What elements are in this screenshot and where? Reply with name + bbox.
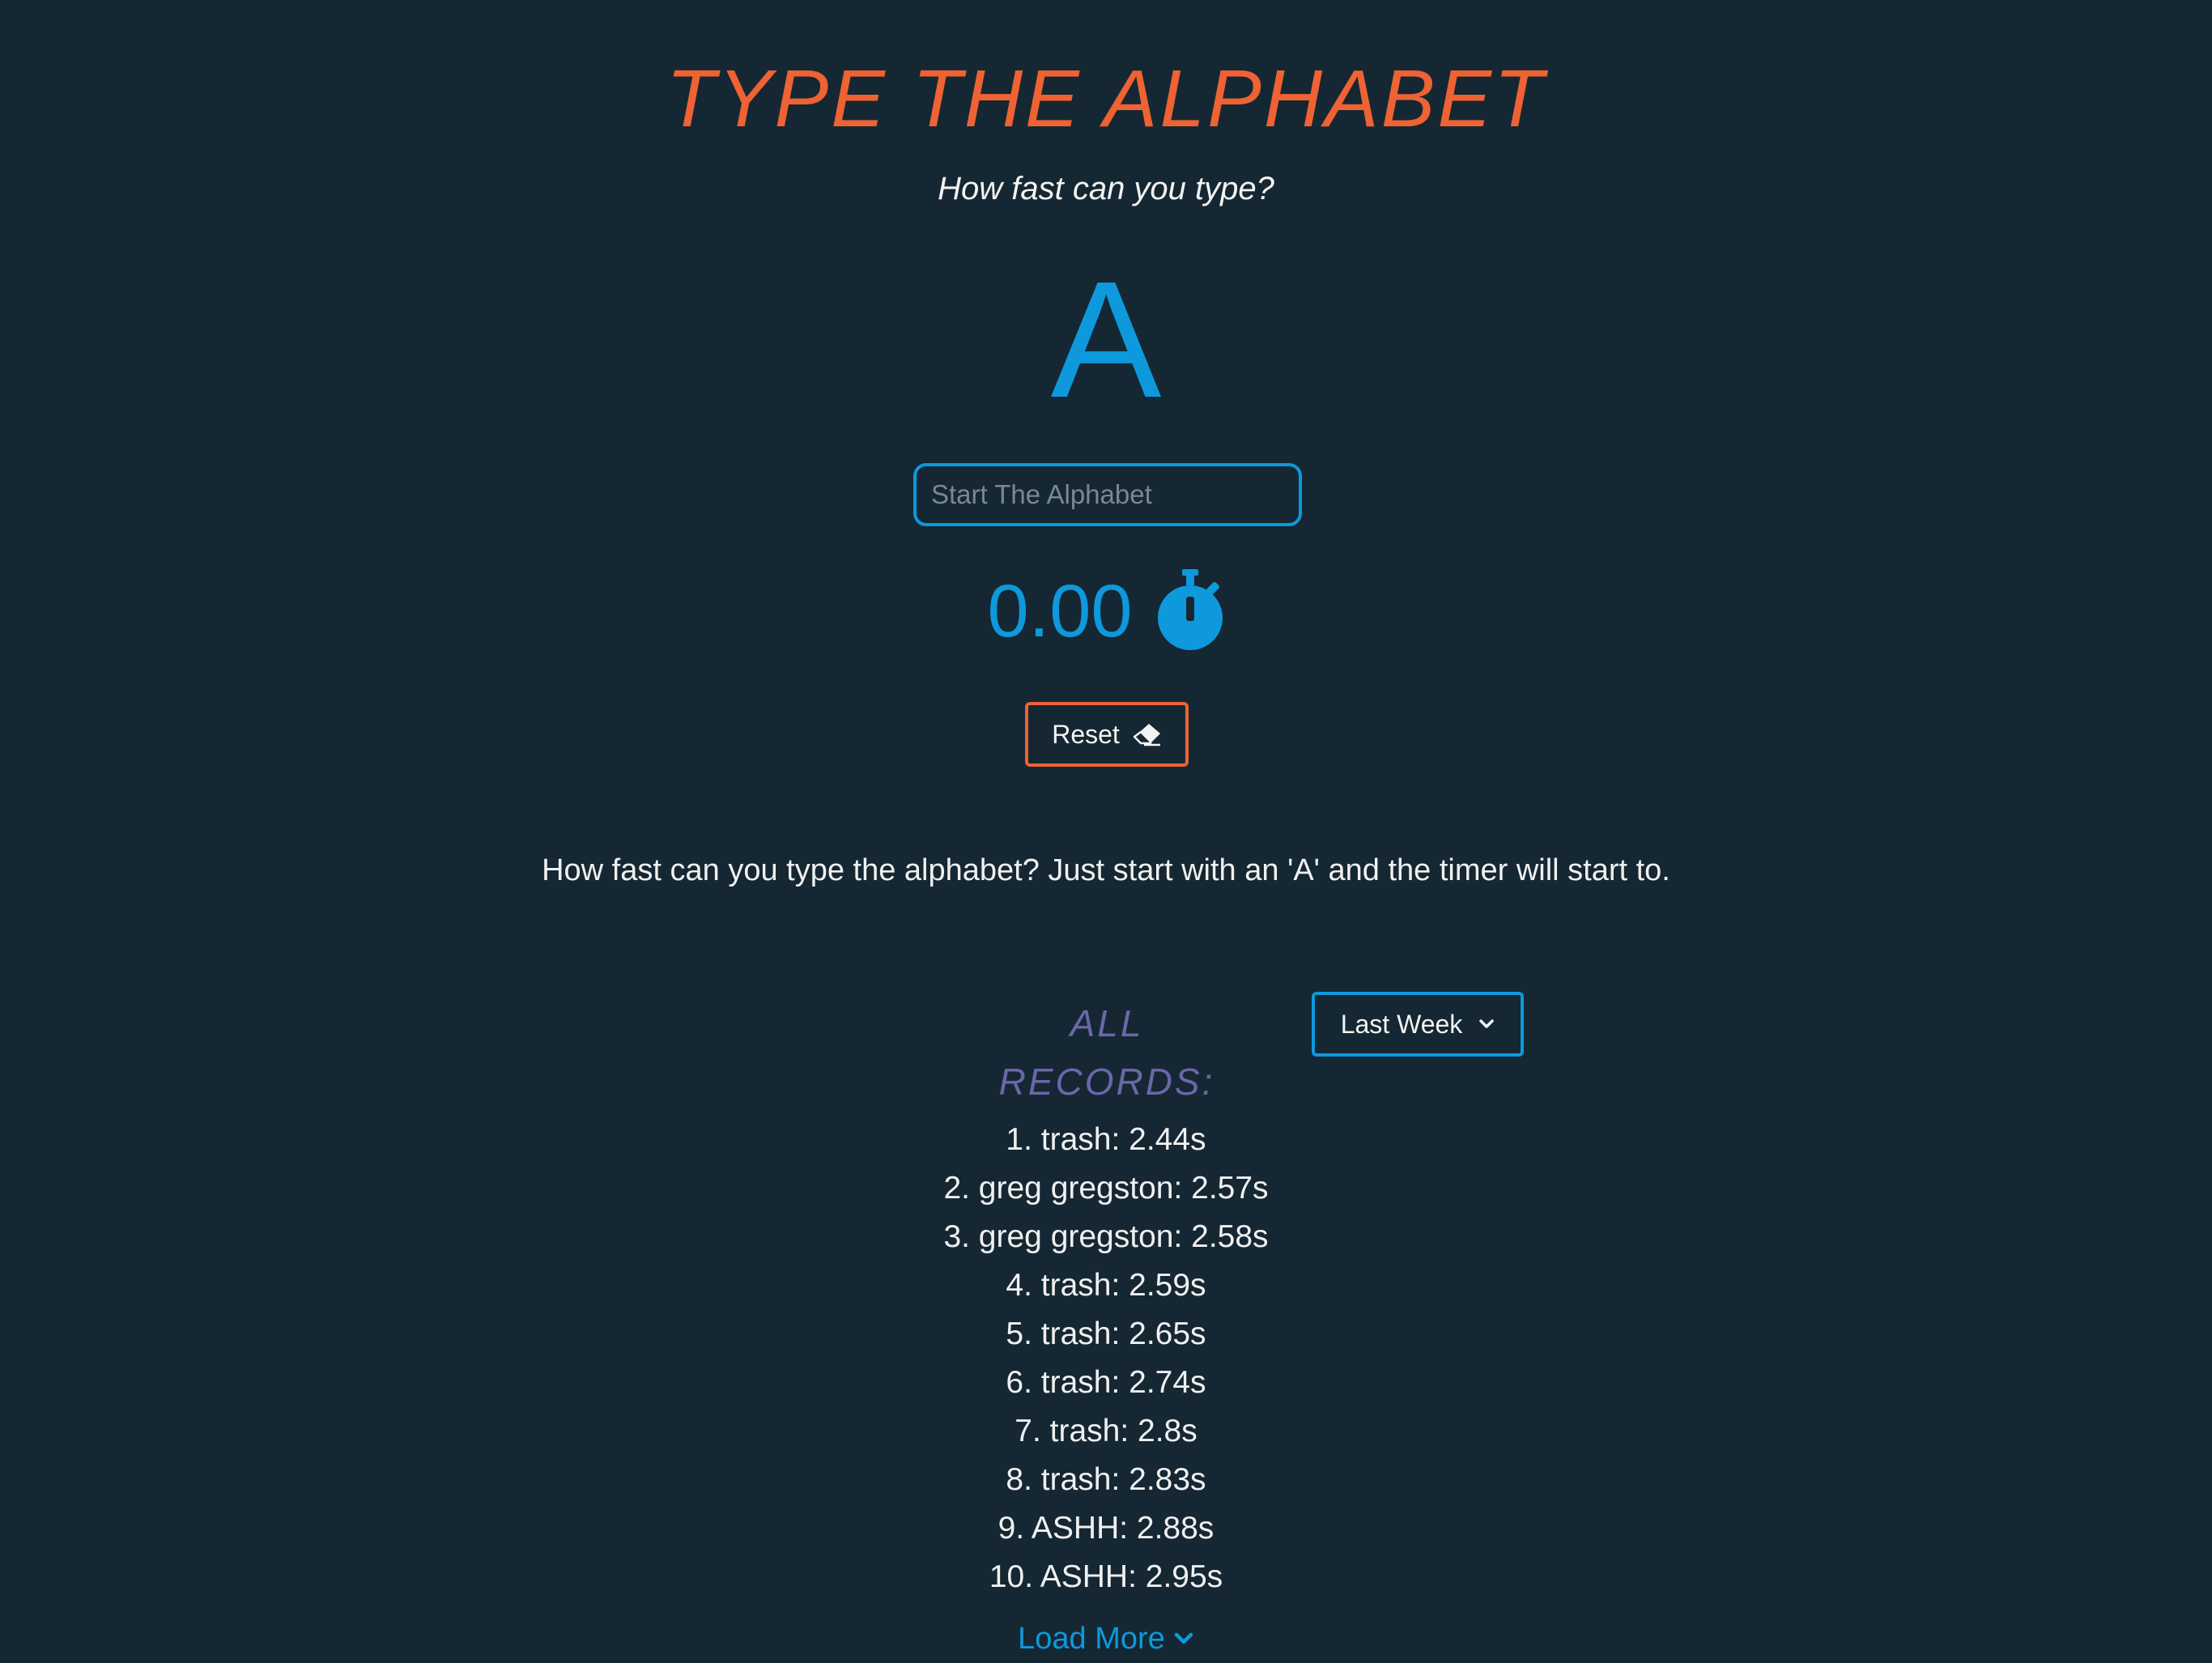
- list-item: 5. trash: 2.65s: [1006, 1316, 1206, 1351]
- alphabet-input[interactable]: [913, 463, 1302, 526]
- records-title-line2: RECORDS:: [998, 1061, 1215, 1103]
- list-item: 2. greg gregston: 2.57s: [943, 1171, 1269, 1206]
- records-list: 1. trash: 2.44s 2. greg gregston: 2.57s …: [0, 1116, 2212, 1601]
- list-item: 3. greg gregston: 2.58s: [943, 1219, 1269, 1254]
- records-period-select[interactable]: Last Week: [1312, 992, 1524, 1057]
- timer: 0.00: [0, 567, 2212, 656]
- list-item: 8. trash: 2.83s: [1006, 1462, 1206, 1497]
- list-item: 1. trash: 2.44s: [1006, 1122, 1206, 1157]
- list-item: 7. trash: 2.8s: [1015, 1414, 1197, 1448]
- list-item: 9. ASHH: 2.88s: [998, 1511, 1214, 1546]
- description-text: How fast can you type the alphabet? Just…: [542, 853, 1670, 887]
- load-more-button[interactable]: Load More: [0, 1614, 2212, 1663]
- reset-button-label: Reset: [1052, 719, 1120, 749]
- current-letter: A: [1050, 247, 1162, 432]
- records-period-selected: Last Week: [1340, 1009, 1463, 1039]
- list-item: 10. ASHH: 2.95s: [989, 1559, 1223, 1594]
- load-more-label: Load More: [1018, 1622, 1165, 1656]
- stopwatch-icon: [1157, 569, 1223, 650]
- reset-button[interactable]: Reset: [1025, 702, 1189, 767]
- alphabet-input-container: [913, 463, 1302, 526]
- page-title: TYPE THE ALPHABET: [666, 53, 1546, 144]
- chevron-down-icon: [1479, 1019, 1495, 1028]
- list-item: 6. trash: 2.74s: [1006, 1365, 1206, 1400]
- list-item: 4. trash: 2.59s: [1006, 1268, 1206, 1303]
- records-title-line1: ALL: [1070, 1002, 1144, 1044]
- eraser-icon: [1133, 724, 1160, 746]
- chevron-down-icon: [1174, 1632, 1193, 1644]
- timer-value: 0.00: [987, 570, 1133, 653]
- records-title: ALL RECORDS:: [985, 994, 1228, 1111]
- page-subtitle: How fast can you type?: [938, 171, 1274, 206]
